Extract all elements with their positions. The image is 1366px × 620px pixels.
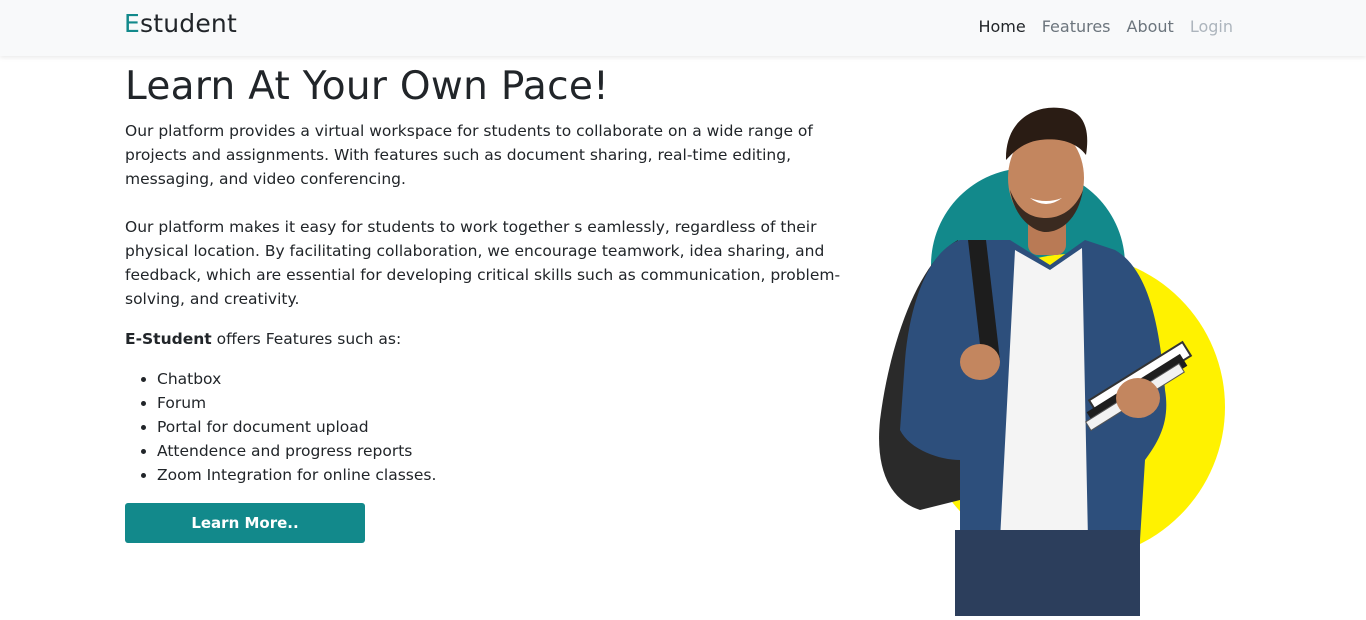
page-title: Learn At Your Own Pace! [125, 64, 610, 109]
features-intro: E-Student offers Features such as: [125, 327, 845, 351]
features-list: Chatbox Forum Portal for document upload… [125, 367, 845, 487]
navbar: Estudent Home Features About Login [0, 0, 1366, 56]
feature-item: Forum [157, 391, 845, 415]
jeans [955, 530, 1140, 616]
intro-paragraph: Our platform provides a virtual workspac… [125, 122, 813, 188]
right-hand [1116, 378, 1160, 418]
brand-text: student [140, 9, 237, 38]
nav-about[interactable]: About [1127, 17, 1174, 36]
hero-image [850, 100, 1250, 616]
feature-item: Chatbox [157, 367, 845, 391]
feature-item: Attendence and progress reports [157, 439, 845, 463]
hero-content: Learn At Your Own Pace! Our platform pro… [125, 64, 845, 543]
student-illustration [879, 107, 1225, 616]
nav-links: Home Features About Login [978, 17, 1233, 36]
feature-item: Zoom Integration for online classes. [157, 463, 845, 487]
nav-login[interactable]: Login [1190, 17, 1233, 36]
feature-item: Portal for document upload [157, 415, 845, 439]
brand-e: E [124, 9, 140, 38]
brand-name-bold: E-Student [125, 330, 212, 348]
brand-logo[interactable]: Estudent [124, 9, 237, 38]
nav-features[interactable]: Features [1042, 17, 1111, 36]
learn-more-button[interactable]: Learn More.. [125, 503, 365, 543]
features-intro-text: offers Features such as: [211, 330, 402, 348]
left-hand [960, 344, 1000, 380]
nav-home[interactable]: Home [978, 17, 1025, 36]
collaboration-paragraph: Our platform makes it easy for students … [125, 218, 841, 308]
white-tshirt [1000, 248, 1088, 540]
